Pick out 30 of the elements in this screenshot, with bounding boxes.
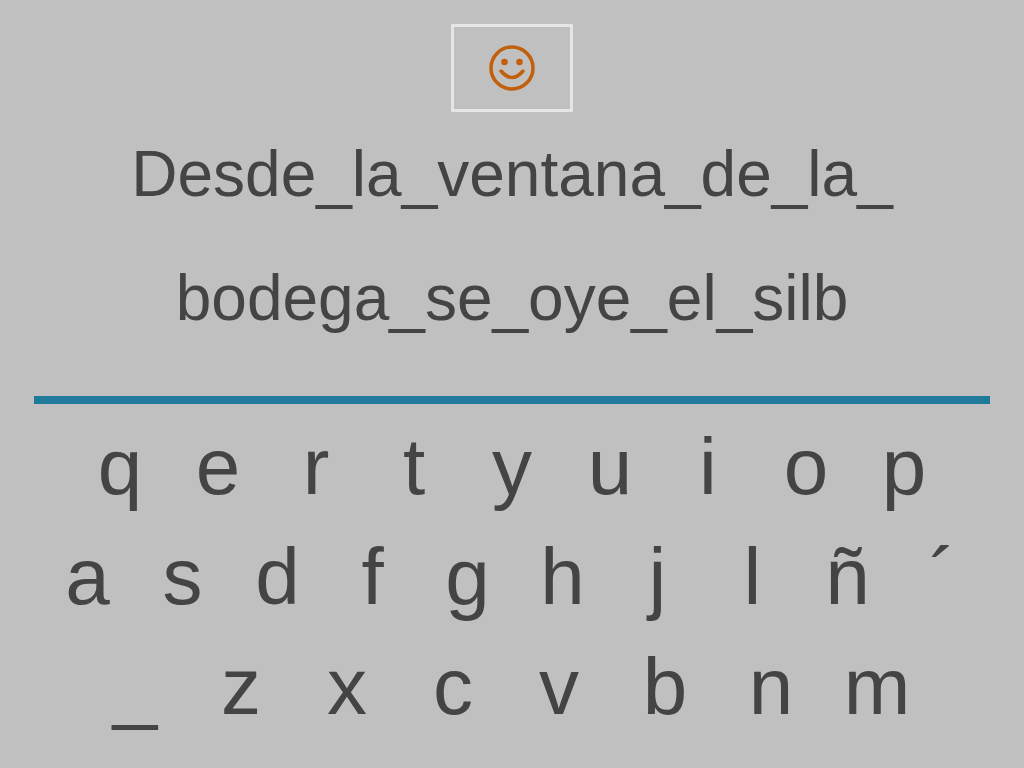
- letter-key[interactable]: x: [294, 632, 400, 742]
- letter-key[interactable]: b: [612, 632, 718, 742]
- letter-key[interactable]: ´: [895, 522, 990, 632]
- letter-key[interactable]: a: [40, 522, 135, 632]
- letter-key[interactable]: u: [561, 412, 659, 522]
- letter-key[interactable]: ñ: [800, 522, 895, 632]
- letter-key[interactable]: c: [400, 632, 506, 742]
- letter-key[interactable]: m: [824, 632, 930, 742]
- letter-key[interactable]: s: [135, 522, 230, 632]
- letter-key[interactable]: n: [718, 632, 824, 742]
- letter-key[interactable]: q: [71, 412, 169, 522]
- letter-key[interactable]: e: [169, 412, 267, 522]
- letter-key[interactable]: r: [267, 412, 365, 522]
- letter-key[interactable]: j: [610, 522, 705, 632]
- sentence-line: bodega_se_oye_el_silb: [175, 261, 849, 336]
- letter-key[interactable]: l: [705, 522, 800, 632]
- sentence-line: Desde_la_ventana_de_la_: [131, 137, 893, 212]
- letter-key[interactable]: i: [659, 412, 757, 522]
- letter-key[interactable]: _: [82, 632, 188, 742]
- letter-key[interactable]: t: [365, 412, 463, 522]
- letter-key[interactable]: p: [855, 412, 953, 522]
- letter-key[interactable]: g: [420, 522, 515, 632]
- letter-key[interactable]: f: [325, 522, 420, 632]
- letter-key[interactable]: z: [188, 632, 294, 742]
- letter-key[interactable]: d: [230, 522, 325, 632]
- smiley-icon: [487, 43, 537, 93]
- letter-key[interactable]: h: [515, 522, 610, 632]
- letter-key[interactable]: o: [757, 412, 855, 522]
- letter-key[interactable]: v: [506, 632, 612, 742]
- letter-key[interactable]: y: [463, 412, 561, 522]
